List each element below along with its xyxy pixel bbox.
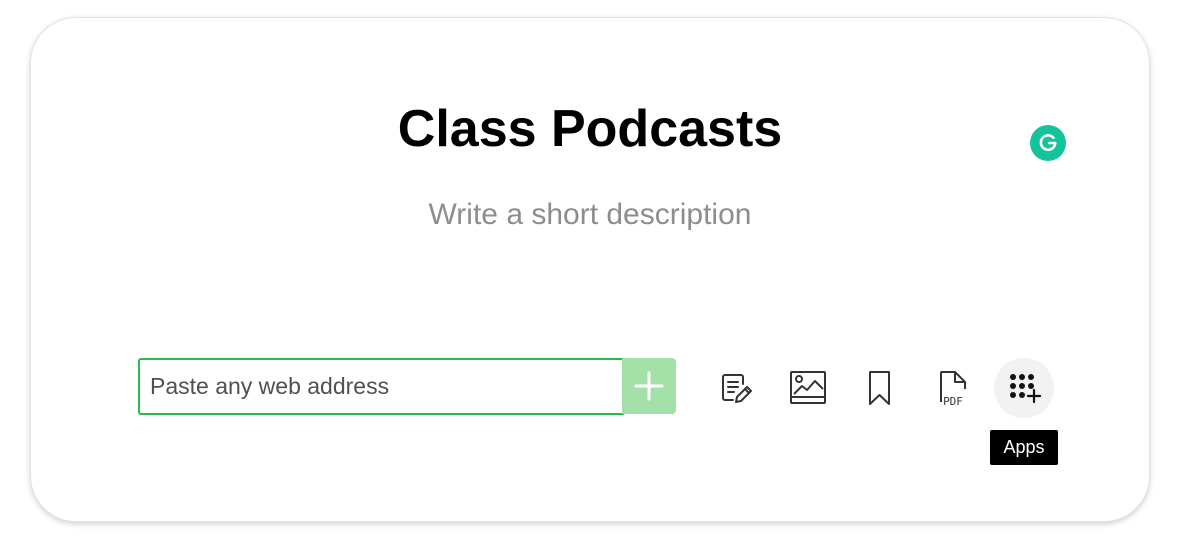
page-title[interactable]: Class Podcasts <box>0 97 1180 161</box>
grammarly-g-glyph <box>1039 134 1057 152</box>
bookmark-icon <box>869 371 890 405</box>
add-link-button[interactable] <box>622 358 676 414</box>
board-header-card <box>30 17 1150 522</box>
pdf-upload-button[interactable]: PDF <box>922 358 982 418</box>
text-post-button[interactable] <box>706 358 766 418</box>
plus-icon <box>634 371 664 401</box>
web-address-input[interactable] <box>138 358 624 415</box>
note-pencil-icon <box>722 374 752 403</box>
apps-button[interactable] <box>994 358 1054 418</box>
apps-grid-plus-icon <box>1010 374 1042 404</box>
grammarly-icon[interactable] <box>1030 125 1066 161</box>
apps-tooltip: Apps <box>990 430 1058 465</box>
description-field[interactable]: Write a short description <box>0 196 1180 234</box>
bookmark-button[interactable] <box>850 358 910 418</box>
svg-text:PDF: PDF <box>943 395 963 408</box>
image-icon <box>790 371 826 404</box>
pdf-file-icon: PDF <box>940 371 966 408</box>
image-upload-button[interactable] <box>778 358 838 418</box>
